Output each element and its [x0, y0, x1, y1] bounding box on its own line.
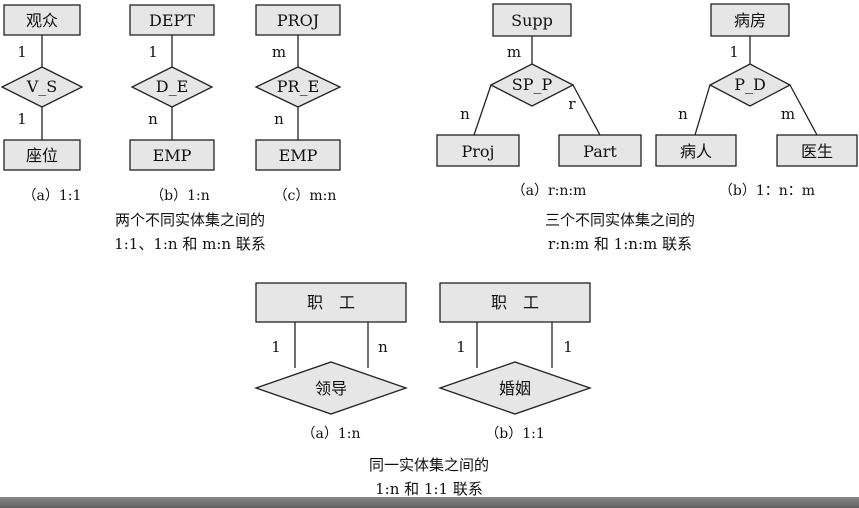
- ternary-a-group: Supp SP_P Proj Part m n r （a）r:n:m: [436, 3, 642, 199]
- caption-ternary-a: （a）r:n:m: [512, 183, 587, 199]
- cardinality-label: 1: [148, 43, 158, 61]
- cardinality-label: 1: [456, 338, 466, 356]
- cardinality-label: m: [272, 43, 286, 61]
- entity-label-proj: PROJ: [277, 11, 319, 30]
- cardinality-label: 1: [563, 338, 573, 356]
- caption-unary-a: （a）1:n: [302, 426, 361, 442]
- relation-label-p-d: P_D: [734, 75, 766, 94]
- binary-b-group: DEPT D_E EMP 1 n （b）1:n: [129, 4, 215, 204]
- ternary-description-line1: 三个不同实体集之间的: [545, 211, 695, 229]
- relation-label-pr-e: PR_E: [277, 77, 320, 96]
- ternary-b-group: 病房 P_D 病人 医生 1 n m （b）1：n：m: [655, 3, 858, 199]
- relation-label-marriage: 婚姻: [499, 379, 531, 398]
- entity-label-patient: 病人: [680, 142, 712, 161]
- cardinality-label: 1: [729, 43, 739, 61]
- unary-a-group: 职 工 领导 1 n （a）1:n: [254, 282, 408, 442]
- cardinality-label: n: [678, 105, 688, 123]
- entity-label-audience: 观众: [26, 11, 58, 30]
- binary-description-line2: 1:1、1:n 和 m:n 联系: [114, 235, 266, 253]
- cardinality-label: n: [460, 105, 470, 123]
- cardinality-label: m: [507, 43, 521, 61]
- bottom-scroll-bar: [0, 497, 859, 508]
- entity-label-doctor: 医生: [801, 142, 833, 161]
- cardinality-label: r: [568, 95, 576, 113]
- caption-binary-a: （a）1:1: [23, 188, 82, 204]
- entity-label-ward: 病房: [734, 11, 766, 30]
- binary-description-line1: 两个不同实体集之间的: [115, 211, 265, 229]
- relation-label-d-e: D_E: [156, 77, 189, 96]
- entity-label-emp: EMP: [153, 146, 192, 165]
- entity-label-dept: DEPT: [149, 11, 195, 30]
- unary-description-line1: 同一实体集之间的: [369, 456, 489, 474]
- entity-label-part: Part: [583, 142, 617, 161]
- cardinality-label: n: [378, 338, 388, 356]
- caption-unary-b: （b）1:1: [485, 426, 545, 442]
- cardinality-label: m: [781, 105, 795, 123]
- binary-c-group: PROJ PR_E EMP m n （c）m:n: [254, 4, 342, 204]
- unary-description-line2: 1:n 和 1:1 联系: [375, 480, 483, 498]
- ternary-description-line2: r:n:m 和 1:n:m 联系: [548, 235, 692, 253]
- er-diagram-figure: 观众 V_S 座位 1 1 （a）1:1 DEPT D_E EMP 1 n （b…: [0, 0, 859, 508]
- relation-label-sp-p: SP_P: [512, 75, 553, 94]
- entity-label-employee: 职 工: [307, 293, 355, 312]
- entity-label-employee: 职 工: [491, 293, 539, 312]
- caption-ternary-b: （b）1：n：m: [719, 183, 815, 199]
- unary-b-group: 职 工 婚姻 1 1 （b）1:1: [438, 282, 592, 442]
- cardinality-label: 1: [17, 43, 27, 61]
- cardinality-label: 1: [17, 110, 27, 128]
- entity-label-seat: 座位: [26, 146, 58, 165]
- diagram-canvas: 观众 V_S 座位 1 1 （a）1:1 DEPT D_E EMP 1 n （b…: [0, 3, 858, 498]
- entity-label-emp: EMP: [279, 146, 318, 165]
- entity-label-proj: Proj: [461, 142, 494, 161]
- cardinality-label: n: [148, 110, 158, 128]
- cardinality-label: 1: [271, 338, 281, 356]
- caption-binary-c: （c）m:n: [274, 188, 337, 204]
- cardinality-label: n: [274, 110, 284, 128]
- relation-label-lead: 领导: [315, 379, 347, 398]
- entity-label-supp: Supp: [511, 11, 553, 30]
- binary-a-group: 观众 V_S 座位 1 1 （a）1:1: [0, 4, 84, 204]
- caption-binary-b: （b）1:n: [150, 188, 210, 204]
- relation-label-v-s: V_S: [26, 77, 58, 96]
